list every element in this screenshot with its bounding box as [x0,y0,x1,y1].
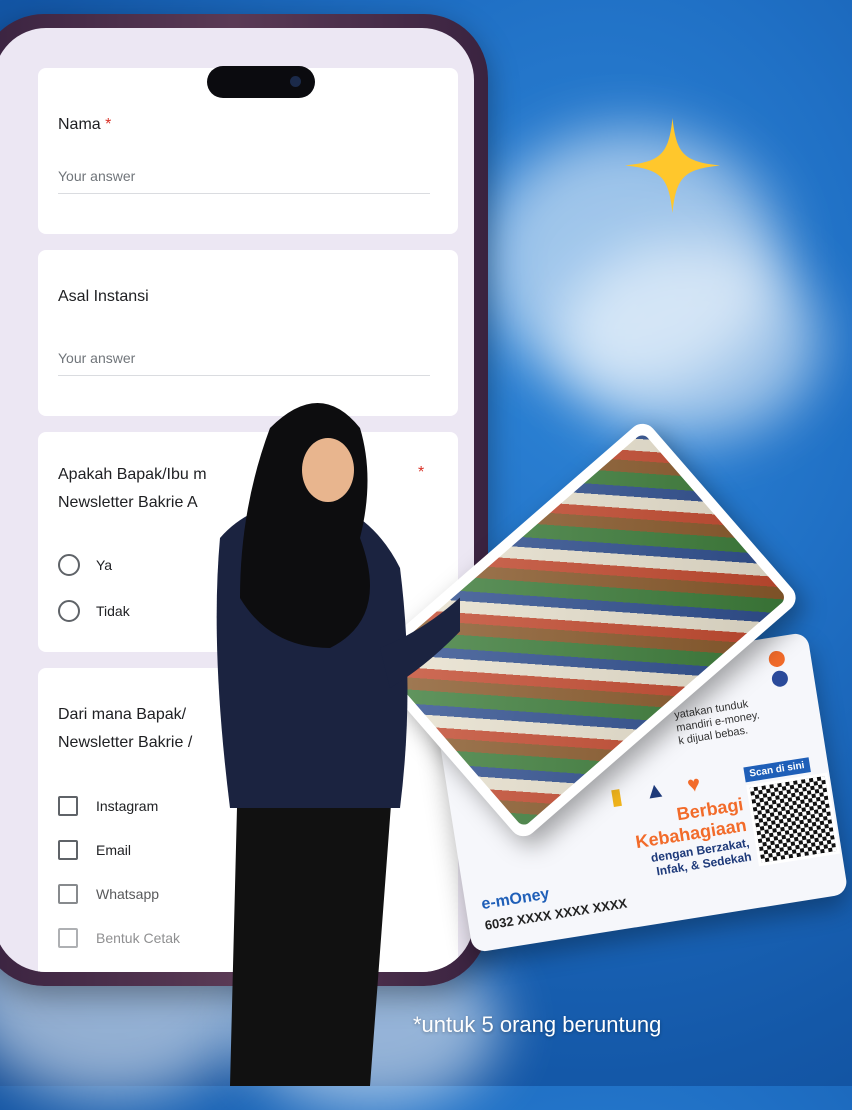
sparkle-icon [625,118,720,213]
checkbox[interactable] [58,928,78,948]
checkbox[interactable] [58,840,78,860]
checkbox[interactable] [58,796,78,816]
radio-option-ya[interactable]: Ya [58,554,112,576]
question-title: Nama * [58,112,111,138]
camera-icon [290,76,301,87]
notice-text: yatakan tunduk mandiri e-money. k dijual… [673,697,762,749]
question-label: Newsletter Bakrie / [58,734,193,751]
cloud [560,240,820,440]
checkbox-option-whatsapp[interactable]: Whatsapp [58,884,159,904]
question-label: Newsletter Bakrie A [58,494,198,511]
mosque-icon: ▲ [642,776,668,805]
required-asterisk: * [105,116,112,133]
option-label: Email [96,842,132,858]
question-label: Nama [58,116,101,133]
input-underline [58,193,430,194]
brand-dots [767,649,790,688]
qr-code[interactable] [746,772,840,867]
radio-button[interactable] [58,600,80,622]
chart-icon: ▮ [608,782,625,810]
nama-input[interactable]: Your answer [58,168,135,184]
radio-option-tidak[interactable]: Tidak [58,600,130,622]
option-label: Bentuk Cetak [96,930,181,946]
option-label: Tidak [96,603,130,619]
option-label: Instagram [96,798,159,814]
disclaimer-text: *untuk 5 orang beruntung [413,1012,662,1037]
checkbox-option-email[interactable]: Email [58,840,131,860]
option-label: Ya [96,557,113,573]
checkbox-option-bentuk-cetak[interactable]: Bentuk Cetak [58,928,180,948]
checkbox[interactable] [58,884,78,904]
option-label: Whatsapp [96,886,160,902]
checkbox-option-instagram[interactable]: Instagram [58,796,158,816]
question-label: Apakah Bapak/Ibu m [58,466,207,483]
radio-button[interactable] [58,554,80,576]
heart-icon: ♥ [685,770,703,798]
question-label: Dari mana Bapak/ [58,706,187,723]
person-figure [216,403,460,1086]
question-label: Asal Instansi [58,288,149,305]
input-underline [58,375,430,376]
dynamic-island [207,66,315,98]
asal-instansi-input[interactable]: Your answer [58,350,135,366]
